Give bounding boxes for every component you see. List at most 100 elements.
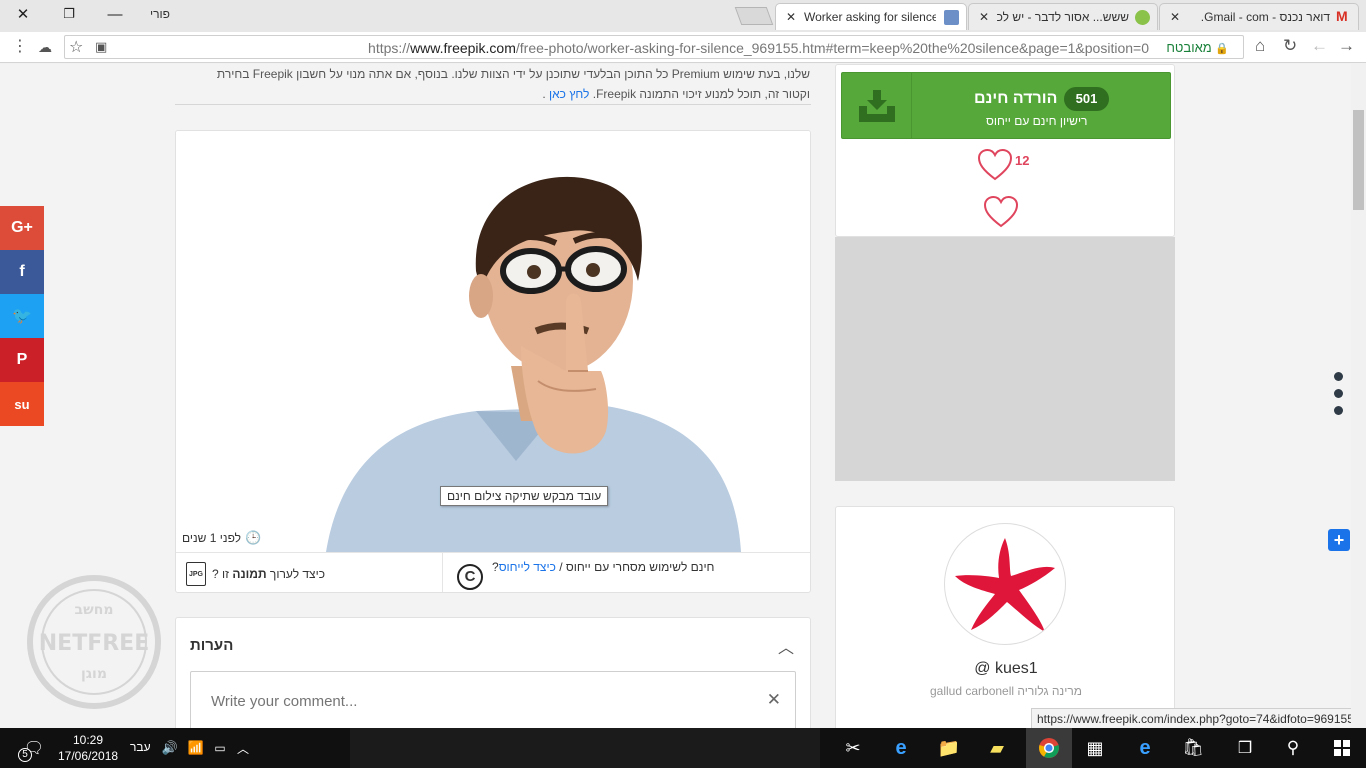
omnibox[interactable]: ☆ ▣ https://www.freepik.com/free-photo/w… bbox=[64, 35, 1244, 59]
task-view-icon[interactable]: ❒ bbox=[1228, 728, 1262, 768]
license-notice: שלנו, בעת שימוש Premium כל התוכן הבלעדי … bbox=[175, 64, 810, 104]
photo-age-text: לפני 1 שנים bbox=[182, 531, 242, 545]
tab-title: דואר נכנס - Gmail - com. bbox=[1200, 10, 1330, 24]
tab-gmail[interactable]: ✕ דואר נכנס - Gmail - com. M bbox=[1159, 3, 1359, 30]
download-count-badge: 501 bbox=[1064, 87, 1109, 111]
chevron-up-icon[interactable]: ︿ bbox=[778, 634, 794, 658]
new-tab-button[interactable] bbox=[734, 7, 774, 25]
comment-box: ✕ bbox=[190, 671, 796, 728]
google-plus-icon: G+ bbox=[11, 219, 33, 236]
photo-image[interactable]: עובד מבקש שתיקה צילום חינם 🕒 לפני 1 שנים bbox=[176, 131, 810, 552]
more-options-icon[interactable] bbox=[1334, 372, 1344, 423]
notifications-icon[interactable]: 🗨 5 bbox=[14, 728, 54, 768]
comments-card: הערות ︿ ✕ bbox=[175, 617, 811, 728]
free-download-button[interactable]: 501 הורדה חינם רישיון חינם עם ייחוס bbox=[841, 72, 1171, 139]
tab-silence[interactable]: ✕ ששש... אסור לדבר - יש לכ bbox=[968, 3, 1158, 30]
chrome-icon[interactable] bbox=[1026, 728, 1072, 768]
snipping-tool-icon[interactable]: ✂ bbox=[836, 728, 870, 768]
extension-icon[interactable]: ☁ bbox=[38, 39, 52, 56]
twitter-share-button[interactable]: 🐦 bbox=[0, 294, 44, 338]
lock-icon: 🔒 bbox=[1215, 43, 1229, 55]
how-to-attribute-link[interactable]: כיצד לייחוס bbox=[499, 560, 556, 574]
close-window-icon[interactable]: ✕ bbox=[0, 0, 46, 28]
secure-text: מאובטח bbox=[1166, 40, 1212, 55]
tab-close-icon[interactable]: ✕ bbox=[786, 10, 796, 24]
like-count: 12 bbox=[1015, 152, 1030, 168]
twitter-icon: 🐦 bbox=[12, 308, 32, 325]
calculator-icon[interactable]: ▦ bbox=[1078, 728, 1112, 768]
author-name[interactable]: kues1 @ bbox=[836, 660, 1176, 678]
tab-title: Worker asking for silence bbox=[804, 10, 936, 24]
like-button[interactable]: 12 bbox=[977, 149, 1029, 181]
address-bar: ⋮ ☁ ☆ ▣ https://www.freepik.com/free-pho… bbox=[0, 32, 1366, 63]
profile-label[interactable]: פורי bbox=[150, 7, 170, 21]
download-license: רישיון חינם עם ייחוס bbox=[986, 114, 1088, 128]
clock-icon: 🕒 bbox=[245, 530, 262, 545]
menu-icon[interactable]: ⋮ bbox=[12, 36, 28, 56]
page-viewport: שלנו, בעת שימוש Premium כל התוכן הבלעדי … bbox=[0, 64, 1366, 728]
jpg-file-icon: JPG bbox=[186, 562, 206, 586]
favorite-heart-icon[interactable] bbox=[983, 195, 1019, 233]
reload-icon[interactable]: ↻ bbox=[1283, 36, 1297, 56]
show-hidden-icons-icon[interactable]: ︿ bbox=[234, 728, 252, 768]
status-bar-url: https://www.freepik.com/index.php?goto=7… bbox=[1031, 708, 1359, 728]
tab-close-icon[interactable]: ✕ bbox=[979, 10, 989, 24]
usage-text: חינם לשימוש מסחרי עם ייחוס / כיצד לייחוס… bbox=[492, 560, 714, 574]
forward-icon[interactable]: ← bbox=[1311, 36, 1328, 56]
edge-icon[interactable]: e bbox=[1128, 728, 1162, 768]
store-icon[interactable]: 🛍 bbox=[1176, 728, 1210, 768]
freepik-favicon-icon bbox=[944, 10, 959, 25]
home-icon[interactable]: ⌂ bbox=[1255, 36, 1265, 56]
download-card: 501 הורדה חינם רישיון חינם עם ייחוס 12 bbox=[835, 64, 1175, 237]
comment-input[interactable] bbox=[191, 672, 751, 728]
clock-time: 10:29 bbox=[72, 733, 104, 747]
author-card: kues1 @ מרינה גלוריה gallud carbonell bbox=[835, 506, 1175, 728]
license-line-1: שלנו, בעת שימוש Premium כל התוכן הבלעדי … bbox=[216, 67, 810, 81]
url-scheme: https:// bbox=[368, 40, 411, 56]
stumbleupon-share-button[interactable]: su bbox=[0, 382, 44, 426]
cast-icon[interactable]: ▣ bbox=[95, 39, 107, 55]
tab-close-icon[interactable]: ✕ bbox=[1170, 10, 1180, 24]
internet-explorer-icon[interactable]: e bbox=[884, 728, 918, 768]
pinterest-share-button[interactable]: P bbox=[0, 338, 44, 382]
author-avatar[interactable] bbox=[944, 523, 1066, 645]
wifi-icon[interactable]: 📶 bbox=[186, 728, 206, 768]
tab-title: ששש... אסור לדבר - יש לכ bbox=[997, 10, 1129, 24]
url-text[interactable]: https://www.freepik.com/free-photo/worke… bbox=[368, 40, 1149, 56]
search-icon[interactable]: ⚲ bbox=[1276, 728, 1310, 768]
url-path: /free-photo/worker-asking-for-silence_96… bbox=[515, 40, 1149, 56]
tab-worker-asking[interactable]: ✕ Worker asking for silence bbox=[775, 3, 967, 30]
language-indicator[interactable]: עבר bbox=[130, 740, 151, 754]
click-here-link[interactable]: לחץ כאן bbox=[549, 87, 589, 101]
photo-card-footer: JPG כיצד לערוך תמונה זו ? C חינם לשימוש … bbox=[176, 552, 810, 592]
clock-date: 17/06/2018 bbox=[58, 749, 119, 763]
sticky-notes-icon[interactable]: ▰ bbox=[980, 728, 1014, 768]
scrollbar-thumb[interactable] bbox=[1353, 110, 1364, 210]
back-icon[interactable]: → bbox=[1338, 36, 1355, 56]
facebook-share-button[interactable]: f bbox=[0, 250, 44, 294]
bookmark-star-icon[interactable]: ☆ bbox=[69, 37, 83, 57]
edit-bold: תמונה bbox=[232, 567, 267, 581]
add-to-collection-button[interactable]: + bbox=[1328, 529, 1350, 551]
svg-text:NETFREE: NETFREE bbox=[39, 631, 149, 656]
secure-label[interactable]: מאובטח 🔒 bbox=[1166, 40, 1229, 55]
minimize-window-icon[interactable]: — bbox=[92, 0, 138, 28]
download-tray-icon bbox=[842, 73, 912, 138]
facebook-icon: f bbox=[19, 263, 25, 280]
gmail-icon: M bbox=[1336, 8, 1348, 24]
restore-window-icon[interactable]: ❐ bbox=[46, 0, 92, 28]
google-plus-share-button[interactable]: G+ bbox=[0, 206, 44, 250]
file-explorer-icon[interactable]: 📁 bbox=[932, 728, 966, 768]
start-button[interactable] bbox=[1322, 728, 1362, 768]
ad-placeholder bbox=[835, 237, 1175, 481]
notification-count: 5 bbox=[18, 748, 32, 762]
clear-comment-icon[interactable]: ✕ bbox=[767, 690, 781, 710]
volume-icon[interactable]: 🔊 bbox=[160, 728, 180, 768]
license-line-2: וקטור זה, תוכל למנוע זיכוי התמונה Freepi… bbox=[175, 84, 810, 104]
copyright-icon: C bbox=[457, 564, 483, 590]
clock[interactable]: 10:29 17/06/2018 bbox=[58, 732, 118, 764]
windows-logo-icon bbox=[1334, 740, 1350, 756]
edit-photo-help[interactable]: JPG כיצד לערוך תמונה זו ? bbox=[176, 553, 443, 592]
battery-icon[interactable]: ▭ bbox=[210, 728, 230, 768]
divider bbox=[175, 104, 811, 105]
